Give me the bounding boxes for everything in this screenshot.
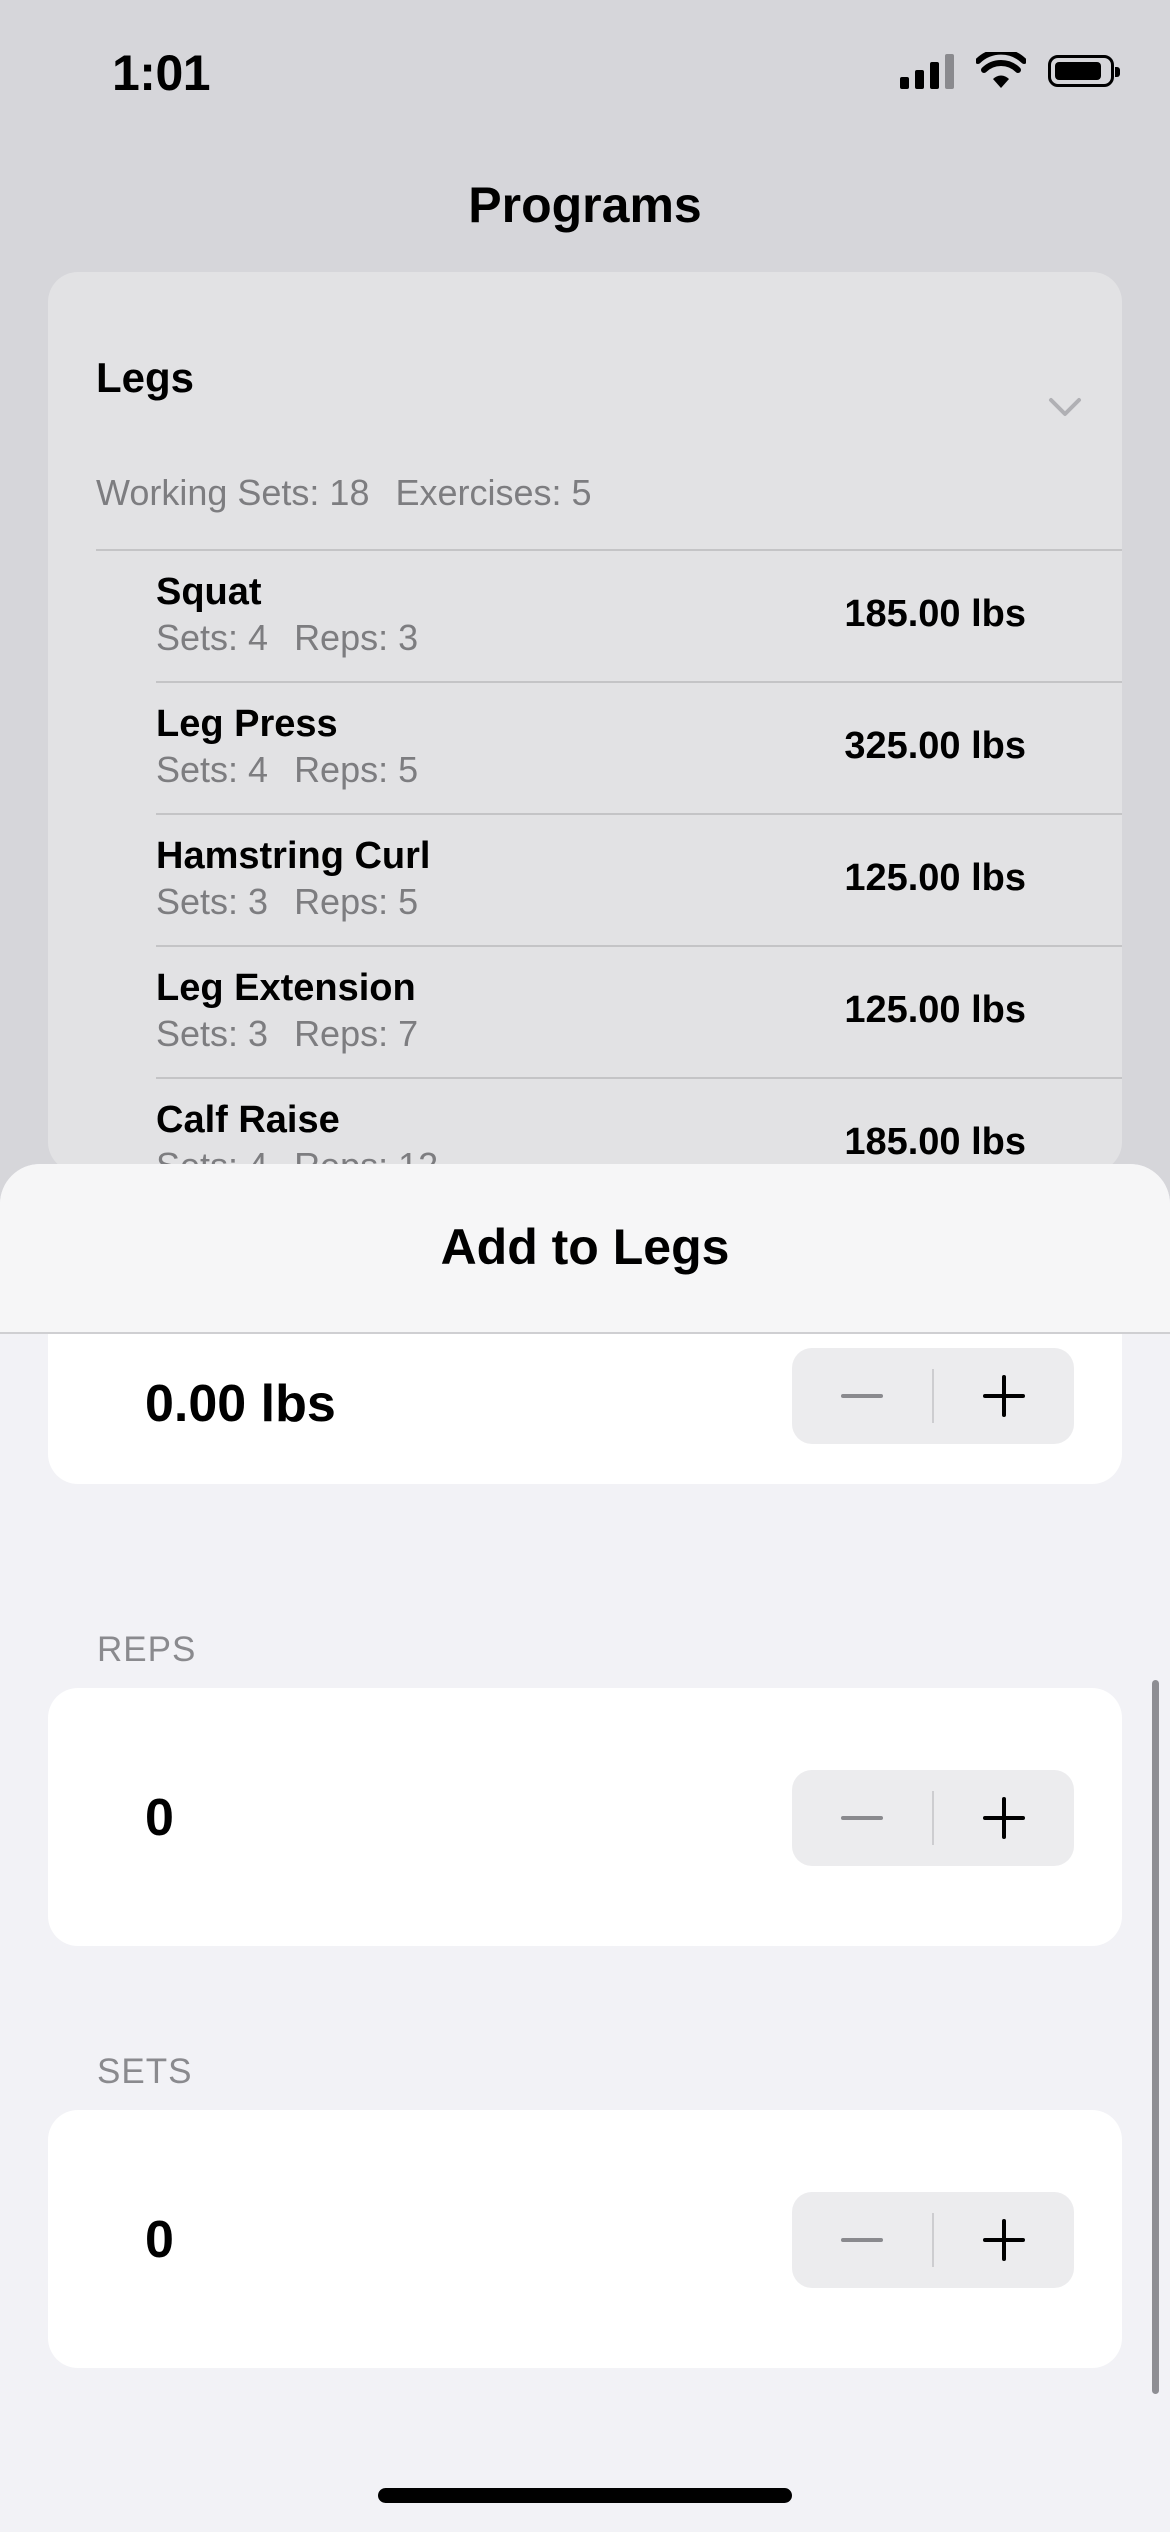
reps-value: 0 <box>145 1789 174 1847</box>
sets-value: 0 <box>145 2211 174 2269</box>
exercise-detail: Sets: 4 Reps: 3 <box>156 617 418 659</box>
exercise-weight: 185.00 lbs <box>844 593 1026 635</box>
weight-value: 0.00 lbs <box>145 1375 336 1433</box>
exercise-reps: Reps: 3 <box>294 617 419 658</box>
status-bar: 1:01 <box>0 0 1170 150</box>
wifi-icon <box>976 52 1026 88</box>
weight-increment-button[interactable] <box>934 1348 1074 1444</box>
cellular-signal-icon <box>900 53 954 89</box>
plus-icon <box>983 2219 1025 2261</box>
exercise-weight: 125.00 lbs <box>844 989 1026 1031</box>
program-card-legs[interactable]: Legs Working Sets: 18 Exercises: 5 Squat … <box>48 272 1122 1172</box>
exercise-reps: Reps: 7 <box>294 1013 419 1054</box>
home-indicator[interactable] <box>378 2488 792 2503</box>
exercise-weight: 125.00 lbs <box>844 857 1026 899</box>
exercise-detail: Sets: 3 Reps: 7 <box>156 1013 418 1055</box>
weight-stepper <box>792 1348 1074 1444</box>
exercise-list: Squat Sets: 4 Reps: 3 185.00 lbs Leg Pres… <box>156 551 1122 1172</box>
exercise-row[interactable]: Squat Sets: 4 Reps: 3 185.00 lbs <box>156 551 1122 683</box>
program-stats: Working Sets: 18 Exercises: 5 <box>96 472 592 514</box>
working-sets-count: Working Sets: 18 <box>96 472 370 513</box>
sets-increment-button[interactable] <box>934 2192 1074 2288</box>
sheet-header: Add to Legs <box>0 1164 1170 1334</box>
exercise-name: Leg Extension <box>156 967 416 1009</box>
exercise-row[interactable]: Hamstring Curl Sets: 3 Reps: 5 125.00 lbs <box>156 815 1122 947</box>
reps-decrement-button[interactable] <box>792 1770 932 1866</box>
chevron-down-icon[interactable] <box>1048 396 1082 418</box>
minus-icon <box>841 1394 883 1398</box>
plus-icon <box>983 1797 1025 1839</box>
status-time: 1:01 <box>112 45 211 101</box>
exercise-name: Leg Press <box>156 703 338 745</box>
exercise-detail: Sets: 3 Reps: 5 <box>156 881 418 923</box>
sets-section-label: SETS <box>97 2052 193 2091</box>
scrollbar[interactable] <box>1152 1680 1159 2394</box>
minus-icon <box>841 2238 883 2242</box>
exercise-detail: Sets: 4 Reps: 5 <box>156 749 418 791</box>
exercise-weight: 185.00 lbs <box>844 1121 1026 1163</box>
exercise-name: Calf Raise <box>156 1099 340 1141</box>
exercise-weight: 325.00 lbs <box>844 725 1026 767</box>
reps-card: 0 <box>48 1688 1122 1946</box>
program-name: Legs <box>96 354 195 401</box>
exercise-row[interactable]: Leg Press Sets: 4 Reps: 5 325.00 lbs <box>156 683 1122 815</box>
exercise-sets: Sets: 4 <box>156 617 269 658</box>
sheet-title: Add to Legs <box>440 1219 730 1275</box>
sets-stepper <box>792 2192 1074 2288</box>
battery-icon <box>1048 55 1120 87</box>
exercise-reps: Reps: 5 <box>294 881 419 922</box>
exercise-name: Hamstring Curl <box>156 835 431 877</box>
exercise-sets: Sets: 3 <box>156 1013 269 1054</box>
weight-decrement-button[interactable] <box>792 1348 932 1444</box>
exercise-name: Squat <box>156 571 262 613</box>
exercise-row[interactable]: Calf Raise Sets: 4 Reps: 12 185.00 lbs <box>156 1079 1122 1172</box>
reps-increment-button[interactable] <box>934 1770 1074 1866</box>
exercise-sets: Sets: 3 <box>156 881 269 922</box>
status-icons <box>900 52 1120 90</box>
minus-icon <box>841 1816 883 1820</box>
exercises-count: Exercises: 5 <box>395 472 592 513</box>
plus-icon <box>983 1375 1025 1417</box>
sets-card: 0 <box>48 2110 1122 2368</box>
exercise-row[interactable]: Leg Extension Sets: 3 Reps: 7 125.00 lbs <box>156 947 1122 1079</box>
add-exercise-sheet: Add to Legs 0.00 lbs REPS 0 SETS 0 <box>0 1164 1170 2532</box>
page-title: Programs <box>468 177 702 233</box>
reps-section-label: REPS <box>97 1630 197 1669</box>
exercise-sets: Sets: 4 <box>156 749 269 790</box>
reps-stepper <box>792 1770 1074 1866</box>
sets-decrement-button[interactable] <box>792 2192 932 2288</box>
exercise-reps: Reps: 5 <box>294 749 419 790</box>
